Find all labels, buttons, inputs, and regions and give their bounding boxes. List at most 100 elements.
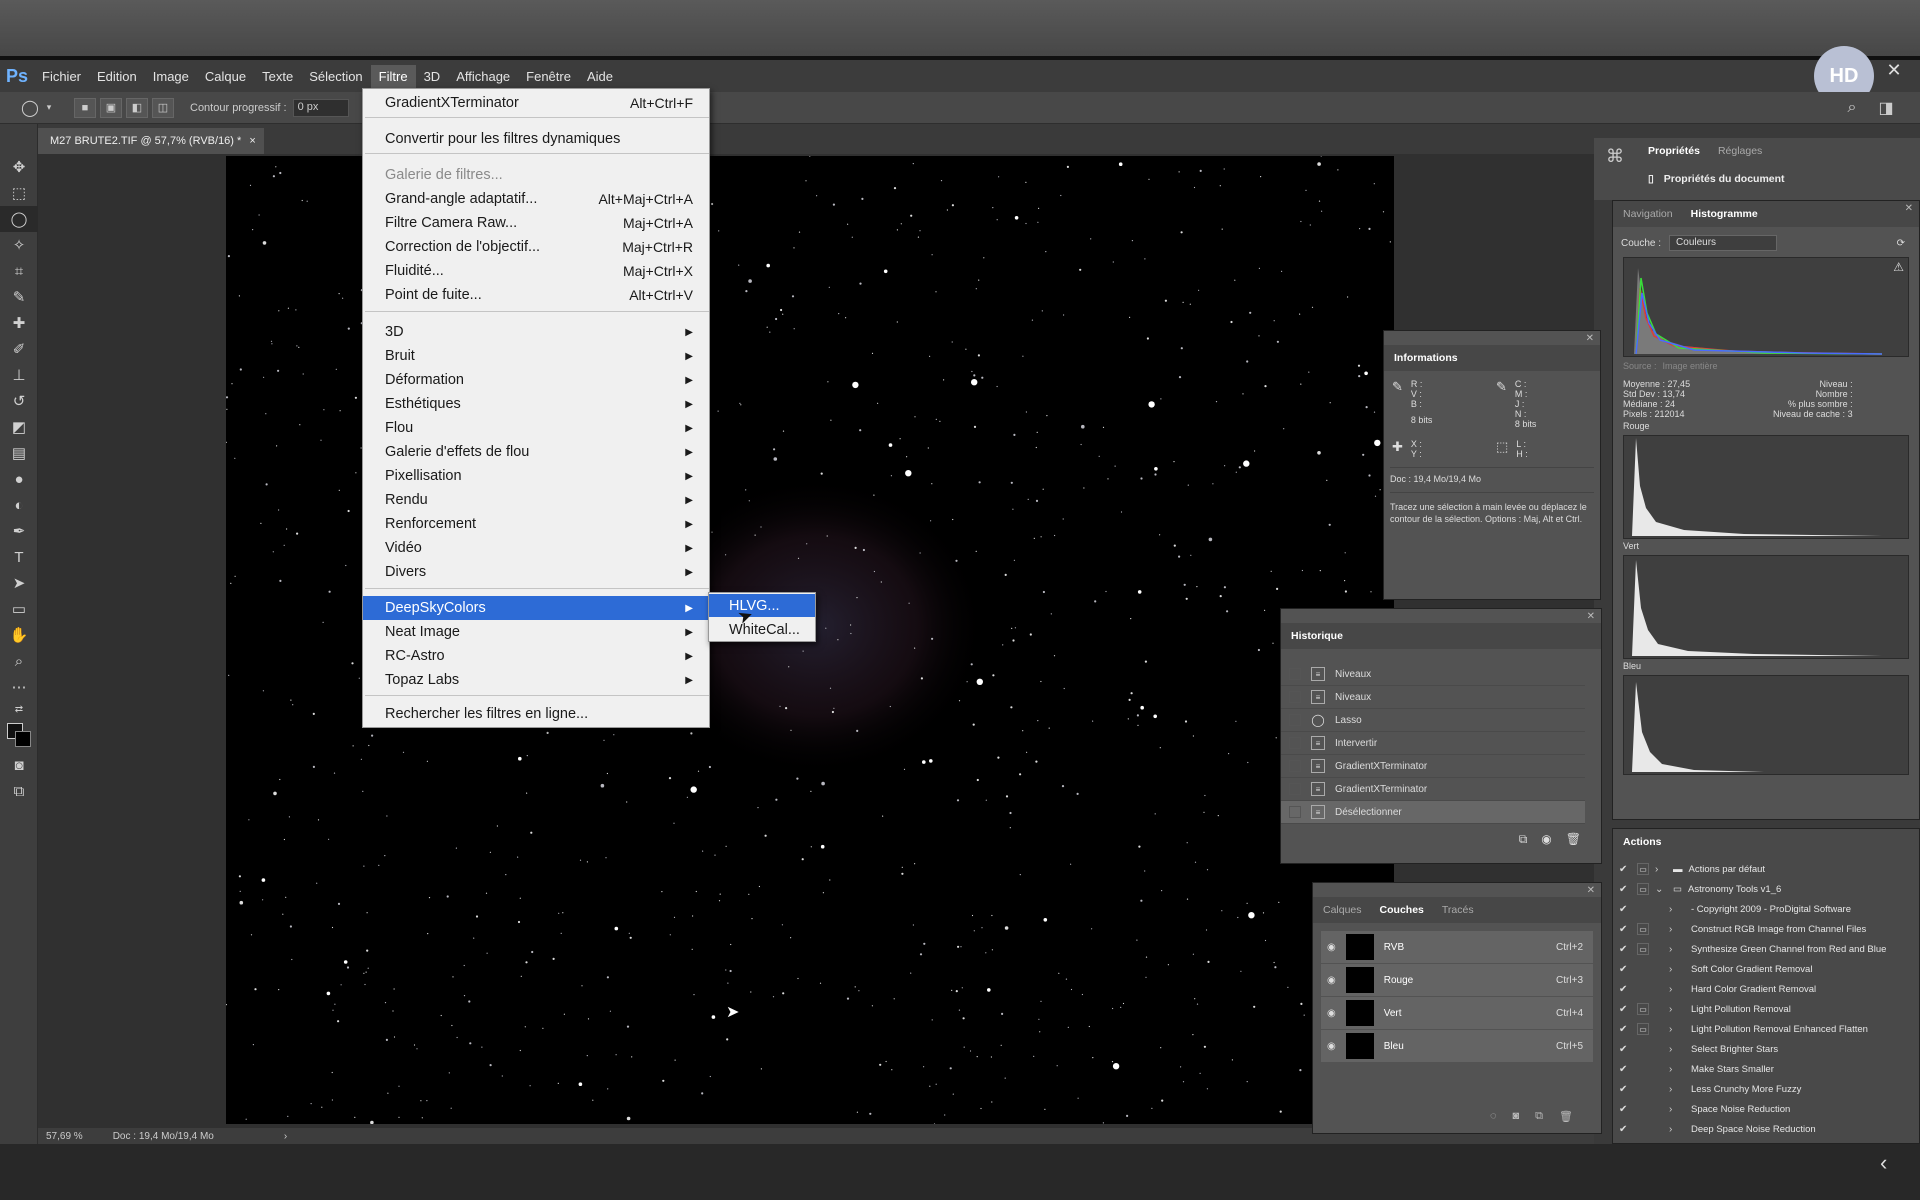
menu-item-convert-smart-filters[interactable]: Convertir pour les filtres dynamiques bbox=[363, 127, 709, 151]
collapse-arrow-icon[interactable]: ‹ bbox=[1880, 1150, 1887, 1176]
menu-affichage[interactable]: Affichage bbox=[448, 65, 518, 88]
channel-row[interactable]: ◉ Rouge Ctrl+3 bbox=[1321, 964, 1593, 996]
history-item-current[interactable]: ≡ Désélectionner bbox=[1281, 801, 1585, 824]
shape-tool-icon[interactable]: ▭ bbox=[0, 596, 38, 622]
check-icon[interactable]: ✔ bbox=[1619, 1004, 1631, 1015]
menu-item-video[interactable]: Vidéo ▶ bbox=[363, 536, 709, 560]
info-title[interactable]: Informations bbox=[1394, 352, 1458, 364]
quick-mask-icon[interactable]: ◙ bbox=[0, 752, 38, 778]
check-icon[interactable]: ✔ bbox=[1619, 924, 1631, 935]
snapshot-checkbox[interactable] bbox=[1289, 760, 1301, 772]
submenu-item-whitecal[interactable]: WhiteCal... bbox=[709, 618, 815, 641]
panel-close-icon[interactable]: ✕ bbox=[1905, 203, 1913, 214]
chevron-right-icon[interactable]: › bbox=[1669, 1004, 1681, 1015]
menu-item-topaz-labs[interactable]: Topaz Labs ▶ bbox=[363, 668, 709, 692]
history-item[interactable]: ≡ Niveaux bbox=[1281, 686, 1585, 709]
eyedropper-tool-icon[interactable]: ✎ bbox=[0, 284, 38, 310]
history-item[interactable]: ≡ GradientXTerminator bbox=[1281, 778, 1585, 801]
menu-item-gradientxterminator[interactable]: GradientXTerminator Alt+Ctrl+F bbox=[363, 91, 709, 115]
menu-calque[interactable]: Calque bbox=[197, 65, 254, 88]
menu-item-divers[interactable]: Divers ▶ bbox=[363, 560, 709, 584]
check-icon[interactable]: ✔ bbox=[1619, 984, 1631, 995]
panel-close-icon[interactable]: ✕ bbox=[1587, 885, 1595, 896]
tab-histogramme[interactable]: Histogramme bbox=[1691, 208, 1758, 220]
camera-snapshot-icon[interactable]: ◉ bbox=[1541, 832, 1551, 847]
dialog-toggle-icon[interactable] bbox=[1637, 983, 1649, 995]
stamp-tool-icon[interactable]: ⊥ bbox=[0, 362, 38, 388]
swap-colors-icon[interactable]: ⇄ bbox=[0, 700, 38, 718]
tab-proprietes[interactable]: Propriétés bbox=[1648, 145, 1700, 157]
menu-item-lens-correction[interactable]: Correction de l'objectif... Maj+Ctrl+R bbox=[363, 235, 709, 259]
healing-tool-icon[interactable]: ✚ bbox=[0, 310, 38, 336]
channel-row[interactable]: ◉ Bleu Ctrl+5 bbox=[1321, 1030, 1593, 1062]
submenu-item-hlvg[interactable]: HLVG... bbox=[709, 594, 815, 617]
dialog-toggle-icon[interactable]: ▭ bbox=[1637, 883, 1649, 895]
dialog-toggle-icon[interactable]: ▭ bbox=[1637, 863, 1649, 875]
magic-wand-tool-icon[interactable]: ✧ bbox=[0, 232, 38, 258]
hand-tool-icon[interactable]: ✋ bbox=[0, 622, 38, 648]
eyedropper-icon[interactable]: ✎ bbox=[1392, 379, 1403, 429]
dialog-toggle-icon[interactable] bbox=[1637, 1103, 1649, 1115]
refresh-icon[interactable]: ⟳ bbox=[1897, 238, 1905, 249]
menu-item-renforcement[interactable]: Renforcement ▶ bbox=[363, 512, 709, 536]
menu-fenetre[interactable]: Fenêtre bbox=[518, 65, 579, 88]
eyedropper-icon[interactable]: ✎ bbox=[1496, 379, 1507, 429]
check-icon[interactable]: ✔ bbox=[1619, 1044, 1631, 1055]
tab-calques[interactable]: Calques bbox=[1323, 904, 1362, 916]
chevron-down-icon[interactable]: ▾ bbox=[42, 98, 56, 118]
type-tool-icon[interactable]: T bbox=[0, 544, 38, 570]
blur-tool-icon[interactable]: ● bbox=[0, 466, 38, 492]
color-swatches[interactable] bbox=[0, 718, 38, 752]
action-item[interactable]: ✔ ▭ › Synthesize Green Channel from Red and… bbox=[1613, 939, 1919, 959]
screen-mode-icon[interactable]: ⧉ bbox=[0, 778, 38, 804]
check-icon[interactable]: ✔ bbox=[1619, 964, 1631, 975]
zoom-tool-icon[interactable]: ⌕ bbox=[0, 648, 38, 674]
lasso-preset-icon[interactable]: ◯ bbox=[18, 98, 42, 118]
chevron-right-icon[interactable]: › bbox=[1669, 984, 1681, 995]
check-icon[interactable]: ✔ bbox=[1619, 1084, 1631, 1095]
feather-input[interactable]: 0 px bbox=[292, 98, 349, 117]
menu-selection[interactable]: Sélection bbox=[301, 65, 370, 88]
menu-fichier[interactable]: Fichier bbox=[34, 65, 89, 88]
chevron-right-icon[interactable]: › bbox=[1669, 1104, 1681, 1115]
eye-icon[interactable]: ◉ bbox=[1327, 975, 1336, 986]
action-item[interactable]: ✔ › Deep Space Noise Reduction bbox=[1613, 1119, 1919, 1139]
action-item[interactable]: ✔ ▭ › Light Pollution Removal Enhanced Flat… bbox=[1613, 1019, 1919, 1039]
snapshot-checkbox[interactable] bbox=[1289, 737, 1301, 749]
tab-reglages[interactable]: Réglages bbox=[1718, 145, 1762, 157]
dialog-toggle-icon[interactable] bbox=[1637, 1083, 1649, 1095]
status-arrow-icon[interactable]: › bbox=[284, 1131, 287, 1142]
check-icon[interactable]: ✔ bbox=[1619, 1124, 1631, 1135]
menu-item-rendu[interactable]: Rendu ▶ bbox=[363, 488, 709, 512]
background-color-swatch[interactable] bbox=[15, 731, 31, 747]
chevron-right-icon[interactable]: › bbox=[1669, 924, 1681, 935]
dialog-toggle-icon[interactable] bbox=[1637, 1043, 1649, 1055]
more-tools-icon[interactable]: ⋯ bbox=[0, 674, 38, 700]
history-item[interactable]: ≡ Niveaux bbox=[1281, 663, 1585, 686]
chevron-right-icon[interactable]: › bbox=[1669, 1024, 1681, 1035]
menu-item-browse-filters-online[interactable]: Rechercher les filtres en ligne... bbox=[363, 702, 709, 726]
snapshot-checkbox[interactable] bbox=[1289, 714, 1301, 726]
intersect-selection-icon[interactable]: ◫ bbox=[152, 97, 174, 118]
brush-preset-icon[interactable]: ⌘ bbox=[1606, 146, 1624, 167]
trash-icon[interactable]: 🗑 bbox=[1559, 1110, 1573, 1123]
action-item[interactable]: ✔ ▭ › Construct RGB Image from Channel File… bbox=[1613, 919, 1919, 939]
gradient-tool-icon[interactable]: ▤ bbox=[0, 440, 38, 466]
actions-title[interactable]: Actions bbox=[1623, 836, 1662, 848]
channel-row[interactable]: ◉ RVB Ctrl+2 bbox=[1321, 931, 1593, 963]
eraser-tool-icon[interactable]: ◩ bbox=[0, 414, 38, 440]
new-selection-icon[interactable]: ■ bbox=[74, 97, 96, 118]
check-icon[interactable]: ✔ bbox=[1619, 864, 1631, 875]
check-icon[interactable]: ✔ bbox=[1619, 904, 1631, 915]
snapshot-checkbox[interactable] bbox=[1289, 668, 1301, 680]
eye-icon[interactable]: ◉ bbox=[1327, 1041, 1336, 1052]
tab-close-icon[interactable]: × bbox=[249, 135, 255, 147]
action-item[interactable]: ✔ › Hard Color Gradient Removal bbox=[1613, 979, 1919, 999]
action-item[interactable]: ✔ ▭ › Light Pollution Removal bbox=[1613, 999, 1919, 1019]
zoom-level[interactable]: 57,69 % bbox=[46, 1131, 83, 1142]
menu-item-vanishing-point[interactable]: Point de fuite... Alt+Ctrl+V bbox=[363, 283, 709, 307]
brush-tool-icon[interactable]: ✐ bbox=[0, 336, 38, 362]
action-item[interactable]: ✔ › Select Brighter Stars bbox=[1613, 1039, 1919, 1059]
menu-item-rc-astro[interactable]: RC-Astro ▶ bbox=[363, 644, 709, 668]
dialog-toggle-icon[interactable] bbox=[1637, 903, 1649, 915]
